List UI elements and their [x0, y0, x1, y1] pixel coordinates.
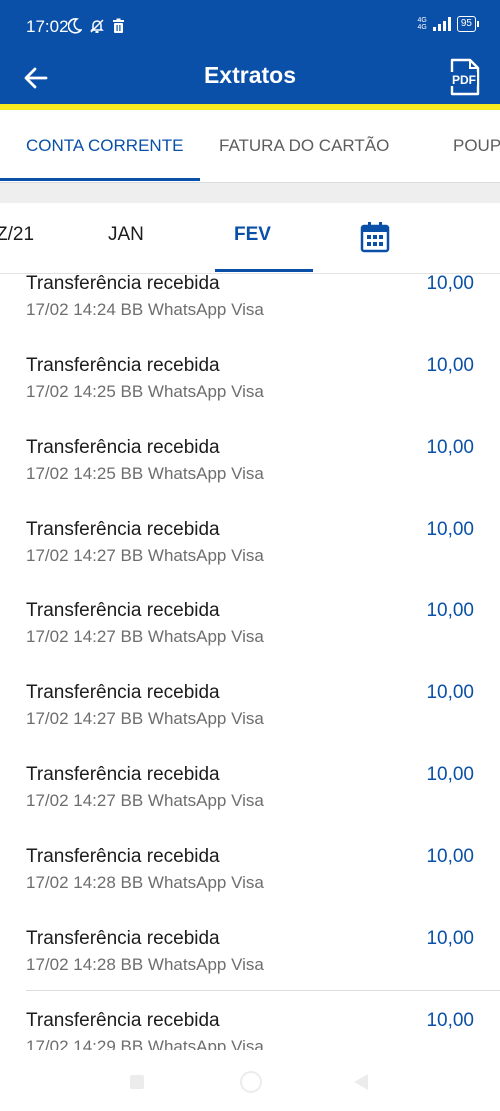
transaction-row[interactable]: Transferência recebida 17/02 14:27 BB Wh… [0, 764, 500, 846]
transaction-title: Transferência recebida [26, 846, 220, 867]
month-dez[interactable]: Z/21 [0, 224, 34, 246]
app-bar: Extratos PDF [0, 52, 500, 104]
account-tabs: CONTA CORRENTE FATURA DO CARTÃO POUPA [0, 110, 500, 183]
transaction-detail: 17/02 14:25 BB WhatsApp Visa [26, 464, 264, 483]
transaction-value: 10,00 [426, 764, 474, 785]
network-indicator: 4G 4G [417, 17, 427, 31]
transaction-value: 10,00 [426, 274, 474, 294]
transaction-row[interactable]: Transferência recebida 17/02 14:25 BB Wh… [0, 355, 500, 437]
tab-active-indicator [0, 178, 200, 181]
tab-conta-corrente[interactable]: CONTA CORRENTE [26, 136, 183, 156]
month-selector: Z/21 JAN FEV [0, 203, 500, 274]
transaction-detail: 17/02 14:27 BB WhatsApp Visa [26, 546, 264, 565]
transaction-detail: 17/02 14:27 BB WhatsApp Visa [26, 627, 264, 646]
battery-icon: 95 [456, 16, 480, 32]
transaction-title: Transferência recebida [26, 928, 220, 949]
moon-icon [68, 18, 82, 34]
transaction-detail: 17/02 14:28 BB WhatsApp Visa [26, 955, 264, 974]
transaction-value: 10,00 [426, 437, 474, 458]
transaction-detail: 17/02 14:28 BB WhatsApp Visa [26, 873, 264, 892]
transaction-title: Transferência recebida [26, 519, 220, 540]
transaction-value: 10,00 [426, 928, 474, 949]
month-fev[interactable]: FEV [234, 224, 271, 246]
transaction-value: 10,00 [426, 519, 474, 540]
transaction-detail: 17/02 14:27 BB WhatsApp Visa [26, 791, 264, 810]
transaction-row[interactable]: Transferência recebida 17/02 14:24 BB Wh… [0, 274, 500, 355]
section-gap [0, 183, 500, 203]
transaction-value: 10,00 [426, 682, 474, 703]
transaction-row[interactable]: Transferência recebida 17/02 14:28 BB Wh… [0, 928, 500, 1010]
tab-poupanca[interactable]: POUPA [453, 136, 500, 156]
transaction-title: Transferência recebida [26, 764, 220, 785]
transaction-title: Transferência recebida [26, 355, 220, 376]
page-title: Extratos [203, 62, 297, 88]
transaction-title: Transferência recebida [26, 1010, 220, 1031]
tab-fatura-do-cartao[interactable]: FATURA DO CARTÃO [219, 136, 389, 156]
transaction-row[interactable]: Transferência recebida 17/02 14:28 BB Wh… [0, 846, 500, 928]
signal-icon [432, 17, 451, 31]
transaction-value: 10,00 [426, 1010, 474, 1031]
list-divider [26, 990, 500, 991]
calendar-icon[interactable] [360, 221, 390, 253]
bell-off-icon [90, 19, 104, 33]
home-icon[interactable] [240, 1071, 262, 1093]
pdf-label: PDF [452, 73, 476, 87]
transaction-list: Transferência recebida 17/02 14:24 BB Wh… [0, 274, 500, 1050]
transaction-title: Transferência recebida [26, 274, 220, 294]
transaction-row[interactable]: Transferência recebida 17/02 14:29 BB Wh… [0, 1010, 500, 1050]
month-active-indicator [215, 269, 313, 272]
transaction-row[interactable]: Transferência recebida 17/02 14:25 BB Wh… [0, 437, 500, 519]
transaction-title: Transferência recebida [26, 682, 220, 703]
pdf-export-button[interactable]: PDF [450, 58, 480, 96]
month-jan[interactable]: JAN [108, 224, 144, 246]
system-nav-bar [0, 1050, 500, 1111]
transaction-row[interactable]: Transferência recebida 17/02 14:27 BB Wh… [0, 519, 500, 601]
transaction-title: Transferência recebida [26, 437, 220, 458]
recent-apps-icon[interactable] [130, 1075, 144, 1089]
transaction-detail: 17/02 14:29 BB WhatsApp Visa [26, 1037, 264, 1050]
transaction-value: 10,00 [426, 355, 474, 376]
transaction-detail: 17/02 14:25 BB WhatsApp Visa [26, 382, 264, 401]
transaction-detail: 17/02 14:24 BB WhatsApp Visa [26, 300, 264, 319]
transaction-detail: 17/02 14:27 BB WhatsApp Visa [26, 709, 264, 728]
transaction-value: 10,00 [426, 600, 474, 621]
nav-back-icon[interactable] [354, 1074, 368, 1090]
trash-icon [113, 18, 124, 33]
transaction-row[interactable]: Transferência recebida 17/02 14:27 BB Wh… [0, 600, 500, 682]
transaction-row[interactable]: Transferência recebida 17/02 14:27 BB Wh… [0, 682, 500, 764]
status-bar: 17:02 4G 4G 95 [0, 0, 500, 52]
status-time: 17:02 [26, 17, 69, 36]
transaction-value: 10,00 [426, 846, 474, 867]
transaction-title: Transferência recebida [26, 600, 220, 621]
